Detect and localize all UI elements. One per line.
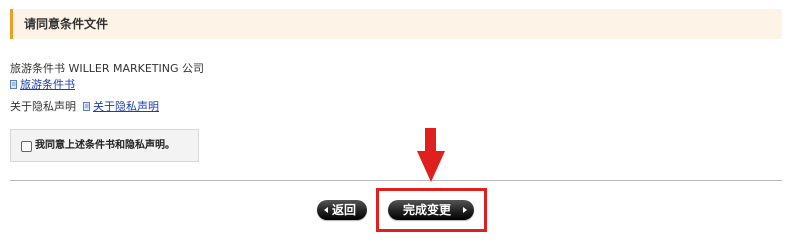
chevron-right-icon: [463, 207, 467, 213]
divider: [10, 180, 782, 181]
annotation-arrow-icon: [417, 151, 445, 182]
privacy-link[interactable]: 关于隐私声明: [83, 100, 159, 114]
complete-change-button[interactable]: 完成变更: [388, 200, 474, 220]
agree-checkbox[interactable]: [21, 141, 32, 152]
privacy-link-label: 关于隐私声明: [93, 100, 159, 113]
back-button[interactable]: 返回: [317, 200, 367, 220]
privacy-label: 关于隐私声明: [10, 100, 76, 113]
document-icon: [10, 80, 17, 89]
terms-link-label: 旅游条件书: [20, 78, 75, 91]
terms-label: 旅游条件书 WILLER MARKETING 公司: [10, 62, 204, 75]
back-button-label: 返回: [332, 203, 357, 217]
agree-text: 我同意上述条件书和隐私声明。: [35, 140, 175, 151]
section-title: 请同意条件文件: [24, 17, 109, 31]
document-icon: [83, 102, 90, 111]
annotation-arrow-shaft: [425, 128, 436, 152]
complete-button-label: 完成变更: [403, 203, 452, 217]
agreement-box: 我同意上述条件书和隐私声明。: [10, 129, 199, 162]
terms-link[interactable]: 旅游条件书: [10, 78, 75, 92]
section-header: 请同意条件文件: [10, 9, 782, 39]
chevron-left-icon: [324, 207, 328, 213]
